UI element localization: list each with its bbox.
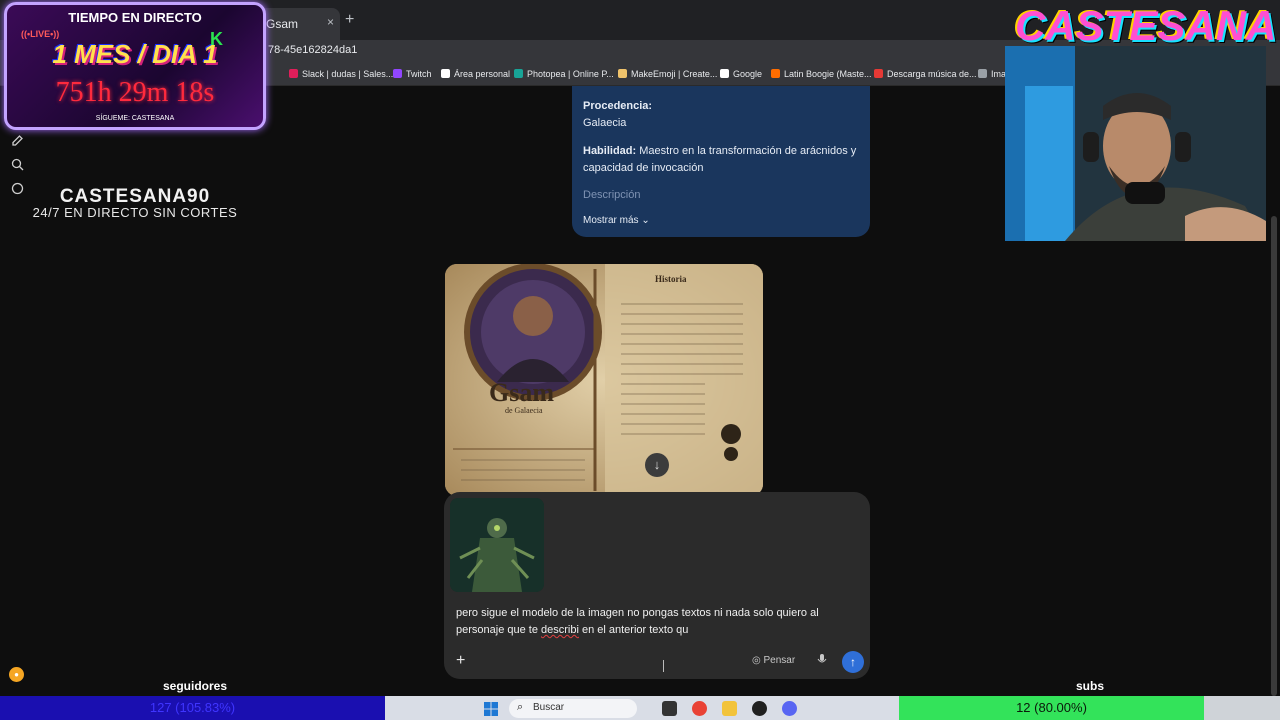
character-info-card: Procedencia: Galaecia Habilidad: Maestro…: [572, 86, 870, 237]
add-attachment-button[interactable]: +: [456, 652, 465, 670]
bookmark-descarga-musica[interactable]: Descarga música de...: [874, 69, 977, 79]
bookmark-latin-boogie[interactable]: Latin Boogie (Maste...: [771, 69, 872, 79]
soundcloud-icon: [771, 69, 780, 78]
attached-image-thumbnail[interactable]: [450, 498, 544, 592]
followers-goal-value: 127 (105.83%): [149, 700, 236, 715]
image-icon: [978, 69, 987, 78]
lightbulb-icon: ◎: [752, 655, 761, 666]
misspelled-word: describi: [541, 624, 579, 636]
show-more-button[interactable]: Mostrar más ⌄: [583, 212, 859, 229]
descripcion-label: Descripción: [583, 189, 641, 201]
new-chat-icon[interactable]: [11, 134, 24, 147]
send-button[interactable]: ↑: [842, 651, 864, 673]
character-sheet-image[interactable]: Gsam de Galaecia Historia: [445, 264, 763, 496]
message-composer: pero sigue el modelo de la imagen no pon…: [444, 492, 870, 679]
task-view-icon[interactable]: [662, 701, 677, 716]
tab-title: Gsam: [266, 17, 299, 31]
makeemoji-icon: [618, 69, 627, 78]
tab-close-icon[interactable]: ×: [327, 15, 334, 29]
page-scrollbar[interactable]: [1271, 216, 1277, 696]
followers-goal-bar: 127 (105.83%): [0, 696, 385, 720]
think-button[interactable]: ◎ Pensar: [752, 655, 795, 666]
search-icon[interactable]: [11, 158, 24, 171]
new-tab-button[interactable]: +: [345, 11, 354, 29]
sheet-subtitle: de Galaecia: [505, 406, 543, 415]
music-icon: [874, 69, 883, 78]
channel-graffiti-logo: CASTESANA: [1015, 2, 1277, 49]
webcam-feed: [1005, 46, 1266, 241]
search-icon: ⌕: [517, 701, 524, 713]
windows-start-icon[interactable]: [484, 702, 498, 716]
bookmark-twitch[interactable]: Twitch: [393, 69, 432, 79]
notification-icon[interactable]: ●: [9, 667, 24, 682]
followers-label: seguidores: [163, 679, 228, 693]
text-cursor: [663, 660, 664, 672]
habilidad-row: Habilidad: Maestro en la transformación …: [583, 143, 859, 177]
bookmark-makeemoji[interactable]: MakeEmoji | Create...: [618, 69, 717, 79]
subs-goal-bar: 12 (80.00%): [899, 696, 1204, 720]
bookmark-photopea[interactable]: Photopea | Online P...: [514, 69, 614, 79]
arrow-down-icon: ↓: [653, 457, 661, 472]
screen: Gsam × + ✕ 78-45e162824da1 Slack | dudas…: [0, 0, 1280, 720]
timer-title: TIEMPO EN DIRECTO: [68, 10, 202, 25]
moodle-icon: [441, 69, 450, 78]
url-text[interactable]: 78-45e162824da1: [268, 44, 357, 56]
bookmark-slack[interactable]: Slack | dudas | Sales...: [289, 69, 393, 79]
procedencia-label: Procedencia:: [583, 100, 653, 112]
bookmark-google[interactable]: Google: [720, 69, 762, 79]
sheet-section-title: Historia: [655, 274, 687, 284]
browser-tab[interactable]: Gsam ×: [258, 8, 340, 40]
follow-text: SÍGUEME: CASTESANA: [95, 115, 175, 122]
system-tray: [1204, 696, 1280, 720]
scroll-down-button[interactable]: ↓: [645, 453, 669, 477]
photopea-icon: [514, 69, 523, 78]
bookmark-area-personal[interactable]: Área personal: [441, 69, 510, 79]
chrome-icon[interactable]: [692, 701, 707, 716]
twitch-icon: [393, 69, 402, 78]
slack-icon: [289, 69, 298, 78]
stream-countdown: 751h 29m 18s: [55, 77, 215, 108]
sheet-title: Gsam: [489, 378, 554, 407]
discord-icon[interactable]: [782, 701, 797, 716]
channel-tagline: 24/7 EN DIRECTO SIN CORTES: [32, 205, 238, 220]
attached-image: [450, 498, 544, 592]
procedencia-row: Procedencia:: [583, 98, 859, 115]
subs-goal-value: 12 (80.00%): [1016, 700, 1087, 715]
webcam-overlay: [1005, 46, 1266, 241]
habilidad-label: Habilidad:: [583, 145, 637, 157]
procedencia-value: Galaecia: [583, 117, 627, 129]
file-explorer-icon[interactable]: [722, 701, 737, 716]
chevron-down-icon: ⌄: [641, 215, 650, 226]
subs-label: subs: [1076, 679, 1105, 693]
live-badge: ((•LIVE•)): [21, 29, 60, 39]
app-icon[interactable]: [752, 701, 767, 716]
kick-logo-icon: K: [210, 29, 223, 49]
stream-timer-overlay: TIEMPO EN DIRECTO ((•LIVE•)) 1 MES / DIA…: [4, 2, 266, 130]
month-day-label: 1 MES / DIA 1: [52, 39, 218, 69]
google-icon: [720, 69, 729, 78]
windows-taskbar: ⌕ Buscar: [385, 696, 899, 720]
prompt-input[interactable]: pero sigue el modelo de la imagen no pon…: [456, 605, 866, 639]
microphone-icon[interactable]: [817, 654, 827, 669]
taskbar-search-input[interactable]: ⌕ Buscar: [509, 699, 637, 718]
